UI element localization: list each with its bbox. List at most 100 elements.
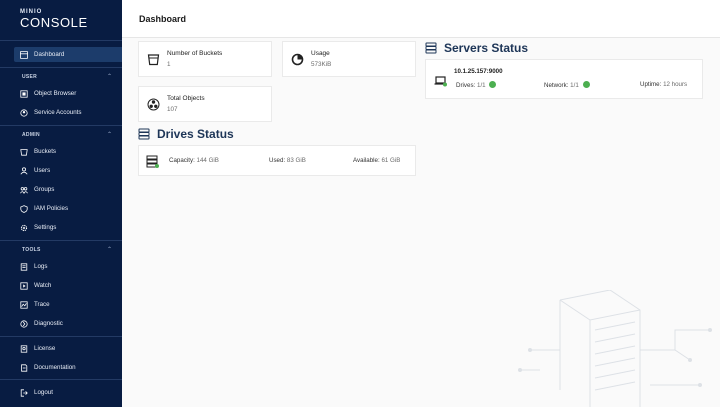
status-ok-icon <box>489 81 497 88</box>
user-icon <box>20 166 28 175</box>
card-label: Usage <box>311 50 330 57</box>
bucket-icon <box>147 53 160 66</box>
server-laptop-icon <box>434 74 447 87</box>
tools-section-label: TOOLS <box>22 247 41 253</box>
card-label: Total Objects <box>167 95 205 102</box>
drives-status-title: Drives Status <box>138 127 234 141</box>
drive-capacity: Capacity: 144 GiB <box>169 157 219 164</box>
card-value: 1 <box>167 61 171 68</box>
available-label: Available: <box>353 157 380 164</box>
sidebar-item-label: Trace <box>34 301 50 308</box>
logout-icon <box>20 388 28 397</box>
sidebar-item-label: Settings <box>34 224 57 231</box>
sidebar-item-label: Dashboard <box>34 51 65 58</box>
server-drives-status: Drives: 1/1 <box>456 81 497 89</box>
trace-icon <box>20 300 28 309</box>
sidebar-item-label: Watch <box>34 282 52 289</box>
sidebar-item-label: Service Accounts <box>34 109 82 116</box>
objects-icon <box>147 98 160 111</box>
network-label: Network: <box>544 82 569 89</box>
servers-status-title: Servers Status <box>425 41 528 55</box>
sidebar-item-object-browser[interactable]: Object Browser <box>14 86 122 101</box>
sidebar-item-trace[interactable]: Trace <box>14 297 122 312</box>
logout-button[interactable]: Logout <box>14 385 122 400</box>
sidebar-divider <box>0 240 122 241</box>
sidebar-item-label: Object Browser <box>34 90 77 97</box>
section-title-text: Servers Status <box>444 41 529 55</box>
sidebar-item-diagnostic[interactable]: Diagnostic <box>14 316 122 331</box>
sidebar-item-groups[interactable]: Groups <box>14 182 122 197</box>
uptime-value: 12 hours <box>663 81 688 88</box>
logo-main-text: CONSOLE <box>20 15 88 30</box>
sidebar-item-label: Groups <box>34 186 55 193</box>
sidebar-divider <box>0 40 122 41</box>
card-value: 107 <box>167 106 178 113</box>
admin-section-label: ADMIN <box>22 132 40 138</box>
sidebar-item-users[interactable]: Users <box>14 163 122 178</box>
logs-icon <box>20 262 28 271</box>
shield-icon <box>20 204 28 213</box>
pie-chart-icon <box>291 53 304 66</box>
server-uptime: Uptime: 12 hours <box>640 81 687 88</box>
chevron-up-icon[interactable]: ⌃ <box>107 246 112 253</box>
sidebar-item-label: Logs <box>34 263 48 270</box>
capacity-label: Capacity: <box>169 157 195 164</box>
page-header: Dashboard <box>122 0 720 38</box>
sidebar-item-logs[interactable]: Logs <box>14 259 122 274</box>
sidebar-item-label: Users <box>34 167 51 174</box>
sidebar: MINIO CONSOLE Dashboard USER ⌃ Object Br… <box>0 0 122 407</box>
sidebar-item-label: Buckets <box>34 148 57 155</box>
sidebar-item-documentation[interactable]: Documentation <box>14 360 122 375</box>
uptime-label: Uptime: <box>640 81 662 88</box>
network-value: 1/1 <box>570 82 579 89</box>
sidebar-item-service-accounts[interactable]: Service Accounts <box>14 105 122 120</box>
used-label: Used: <box>269 157 286 164</box>
sidebar-item-license[interactable]: License <box>14 341 122 356</box>
watch-icon <box>20 281 28 290</box>
available-value: 61 GiB <box>381 157 401 164</box>
usage-card[interactable]: Usage 573KiB <box>282 41 416 77</box>
sidebar-divider <box>0 379 122 380</box>
license-icon <box>20 344 28 353</box>
drive-card[interactable]: Capacity: 144 GiB Used: 83 GiB Available… <box>138 145 416 176</box>
documentation-icon <box>20 363 28 372</box>
sidebar-item-dashboard[interactable]: Dashboard <box>14 47 122 62</box>
card-value: 573KiB <box>311 61 332 68</box>
dashboard-icon <box>20 50 28 59</box>
sidebar-divider <box>0 67 122 68</box>
total-objects-card[interactable]: Total Objects 107 <box>138 86 272 122</box>
chevron-up-icon[interactable]: ⌃ <box>107 73 112 80</box>
sidebar-item-buckets[interactable]: Buckets <box>14 144 122 159</box>
database-icon <box>425 42 437 54</box>
buckets-count-card[interactable]: Number of Buckets 1 <box>138 41 272 77</box>
chevron-up-icon[interactable]: ⌃ <box>107 131 112 138</box>
sidebar-item-watch[interactable]: Watch <box>14 278 122 293</box>
database-icon <box>138 128 150 140</box>
sidebar-divider <box>0 336 122 337</box>
server-card[interactable]: 10.1.25.157:9000 Drives: 1/1 Network: 1/… <box>425 59 703 99</box>
sidebar-divider <box>0 125 122 126</box>
drives-value: 1/1 <box>477 82 486 89</box>
sidebar-item-settings[interactable]: Settings <box>14 220 122 235</box>
used-value: 83 GiB <box>286 157 306 164</box>
sidebar-item-label: License <box>34 345 56 352</box>
status-ok-icon <box>582 81 590 88</box>
sidebar-item-iam-policies[interactable]: IAM Policies <box>14 201 122 216</box>
minio-console-logo[interactable]: MINIO CONSOLE <box>20 9 88 30</box>
section-title-text: Drives Status <box>157 127 234 141</box>
sidebar-item-label: IAM Policies <box>34 205 69 212</box>
drives-label: Drives: <box>456 82 476 89</box>
drive-icon <box>146 155 159 168</box>
card-label: Number of Buckets <box>167 50 223 57</box>
drive-used: Used: 83 GiB <box>269 157 306 164</box>
diagnostic-icon <box>20 319 28 328</box>
sidebar-item-label: Diagnostic <box>34 320 63 327</box>
capacity-value: 144 GiB <box>196 157 219 164</box>
drive-available: Available: 61 GiB <box>353 157 400 164</box>
server-network-status: Network: 1/1 <box>544 81 590 89</box>
page-title: Dashboard <box>139 14 187 24</box>
server-illustration <box>518 290 712 407</box>
service-accounts-icon <box>20 108 28 117</box>
gear-icon <box>20 224 28 232</box>
user-section-label: USER <box>22 74 38 80</box>
